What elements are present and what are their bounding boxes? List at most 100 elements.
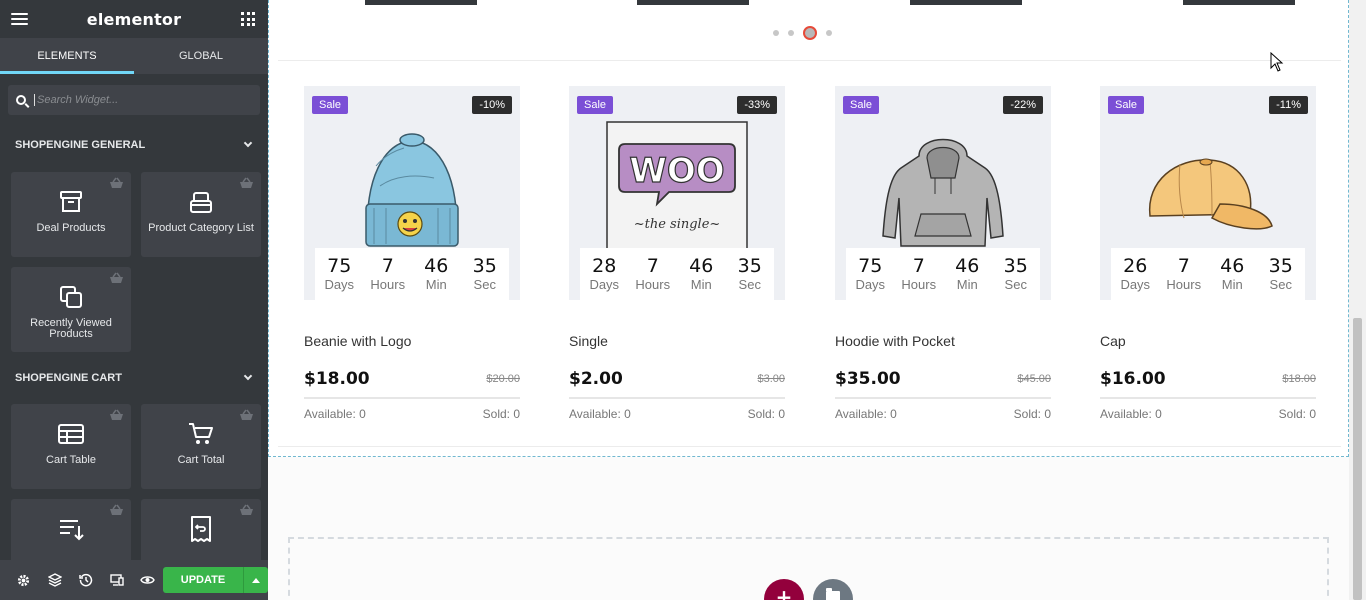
product-title[interactable]: Cap <box>1100 333 1316 349</box>
widget-label: Cart Total <box>177 454 225 466</box>
countdown-days: 75 Days <box>315 255 363 293</box>
navigator-layers-icon[interactable] <box>39 560 70 600</box>
preview-eye-icon[interactable] <box>132 560 163 600</box>
folder-icon <box>826 588 840 600</box>
stock-progress-bar <box>569 397 785 399</box>
panel-footer: UPDATE <box>0 560 268 600</box>
widgets-grid-icon[interactable] <box>241 12 255 26</box>
widget-label: Cart Table <box>46 454 96 466</box>
add-new-section-dropzone[interactable] <box>288 537 1329 600</box>
update-button[interactable]: UPDATE <box>163 567 243 593</box>
svg-text:~the single~: ~the single~ <box>634 217 721 232</box>
product-button-stub[interactable] <box>365 0 477 5</box>
pro-basket-icon <box>240 409 253 420</box>
countdown-value: 46 <box>689 255 714 277</box>
countdown-label: Min <box>956 277 978 292</box>
countdown-value: 46 <box>424 255 449 277</box>
stock-progress-bar <box>1100 397 1316 399</box>
canvas-scrollbar[interactable] <box>1349 0 1366 600</box>
stock-progress-bar <box>304 397 520 399</box>
category-title: SHOPENGINE GENERAL <box>15 139 146 151</box>
carousel-dot[interactable] <box>788 30 794 36</box>
countdown-days: 28 Days <box>580 255 628 293</box>
stock-info: Available: 0 Sold: 0 <box>304 407 520 421</box>
discount-badge: -11% <box>1269 96 1308 114</box>
product-card[interactable]: Sale -22% 75 Days 7 Hours 46 Min 35 Sec Hood… <box>835 86 1051 421</box>
countdown-label: Days <box>324 277 355 292</box>
deal-countdown: 26 Days 7 Hours 46 Min 35 Sec <box>1111 248 1305 300</box>
table-icon <box>56 421 86 447</box>
responsive-mode-icon[interactable] <box>101 560 132 600</box>
return-receipt-icon <box>186 516 216 542</box>
svg-text:WOO: WOO <box>629 151 724 191</box>
stock-info: Available: 0 Sold: 0 <box>835 407 1051 421</box>
elementor-panel: elementor ELEMENTS GLOBAL SHOPENGINE GEN… <box>0 0 268 600</box>
search-input[interactable] <box>34 94 234 106</box>
tab-global[interactable]: GLOBAL <box>134 38 268 74</box>
tab-elements[interactable]: ELEMENTS <box>0 38 134 74</box>
countdown-value: 26 <box>1123 255 1148 277</box>
history-icon[interactable] <box>70 560 101 600</box>
widget-search <box>8 85 260 115</box>
stock-progress-bar <box>835 397 1051 399</box>
product-image[interactable]: Sale -10% 75 Days 7 Hours 46 Min 35 Sec <box>304 86 520 300</box>
widget-cart-total[interactable]: Cart Total <box>141 404 261 489</box>
carousel-dot[interactable] <box>773 30 779 36</box>
countdown-hours: 7 Hours <box>895 255 943 293</box>
category-shopengine-cart[interactable]: SHOPENGINE CART <box>0 368 268 388</box>
product-title[interactable]: Beanie with Logo <box>304 333 520 349</box>
countdown-sec: 35 Sec <box>992 255 1040 293</box>
regular-price: $20.00 <box>486 373 520 385</box>
previous-row-buttons <box>269 0 1348 6</box>
stock-info: Available: 0 Sold: 0 <box>1100 407 1316 421</box>
countdown-min: 46 Min <box>412 255 460 293</box>
product-image[interactable]: WOO ~the single~ Sale -33% 28 Days 7 Hours… <box>569 86 785 300</box>
countdown-label: Min <box>1221 277 1243 292</box>
settings-gear-icon[interactable] <box>8 560 39 600</box>
product-image[interactable]: Sale -11% 26 Days 7 Hours 46 Min 35 Sec <box>1100 86 1316 300</box>
mouse-pointer-icon <box>1270 52 1284 72</box>
category-title: SHOPENGINE CART <box>15 372 122 384</box>
carousel-dot-active[interactable] <box>803 26 817 40</box>
sale-badge: Sale <box>843 96 880 114</box>
chevron-down-icon <box>243 371 253 381</box>
carousel-dot[interactable] <box>826 30 832 36</box>
general-widget-grid: Deal Products Product Category List Rece… <box>0 172 268 352</box>
editor-canvas: Sale -10% 75 Days 7 Hours 46 Min 35 Sec Bean… <box>268 0 1366 600</box>
widget-cart-table[interactable]: Cart Table <box>11 404 131 489</box>
product-button-stub[interactable] <box>637 0 749 5</box>
plus-icon: + <box>775 585 793 600</box>
product-card[interactable]: Sale -10% 75 Days 7 Hours 46 Min 35 Sec Bean… <box>304 86 520 421</box>
deal-products-section[interactable]: Sale -10% 75 Days 7 Hours 46 Min 35 Sec Bean… <box>268 0 1349 457</box>
sold-count: Sold: 0 <box>482 407 520 421</box>
countdown-value: 35 <box>1003 255 1028 277</box>
product-title[interactable]: Hoodie with Pocket <box>835 333 1051 349</box>
stock-info: Available: 0 Sold: 0 <box>569 407 785 421</box>
countdown-value: 35 <box>472 255 497 277</box>
menu-icon[interactable] <box>11 13 28 25</box>
product-title[interactable]: Single <box>569 333 785 349</box>
sale-badge: Sale <box>577 96 614 114</box>
countdown-label: Hours <box>370 277 406 292</box>
chevron-down-icon <box>243 138 253 148</box>
countdown-hours: 7 Hours <box>1160 255 1208 293</box>
countdown-label: Sec <box>1004 277 1027 292</box>
product-button-stub[interactable] <box>1183 0 1295 5</box>
price-row: $35.00 $45.00 <box>835 369 1051 389</box>
divider <box>278 446 1341 447</box>
countdown-label: Sec <box>473 277 496 292</box>
widget-deal-products[interactable]: Deal Products <box>11 172 131 257</box>
scrollbar-thumb[interactable] <box>1353 318 1362 600</box>
countdown-sec: 35 Sec <box>461 255 509 293</box>
product-card[interactable]: Sale -11% 26 Days 7 Hours 46 Min 35 Sec Cap … <box>1100 86 1316 421</box>
category-shopengine-general[interactable]: SHOPENGINE GENERAL <box>0 135 268 155</box>
widget-recently-viewed-products[interactable]: Recently Viewed Products <box>11 267 131 352</box>
product-image[interactable]: Sale -22% 75 Days 7 Hours 46 Min 35 Sec <box>835 86 1051 300</box>
countdown-label: Days <box>855 277 886 292</box>
sale-badge: Sale <box>312 96 349 114</box>
sale-price: $18.00 <box>304 369 370 389</box>
widget-product-category-list[interactable]: Product Category List <box>141 172 261 257</box>
product-button-stub[interactable] <box>910 0 1022 5</box>
update-options-toggle[interactable] <box>243 567 268 593</box>
product-card[interactable]: WOO ~the single~ Sale -33% 28 Days 7 Hours… <box>569 86 785 421</box>
